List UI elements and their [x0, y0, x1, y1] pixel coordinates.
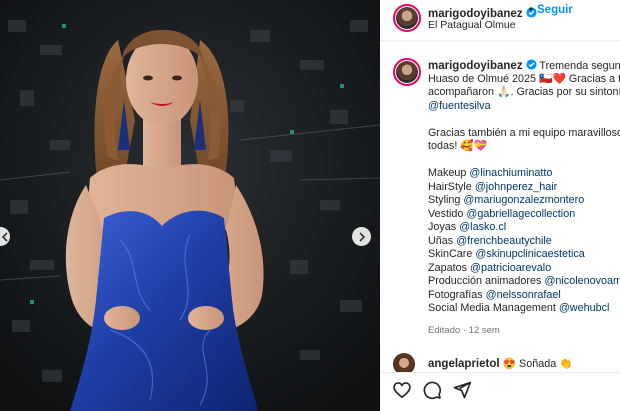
credit-row: Uñas @frenchbeautychile: [428, 235, 620, 249]
credit-handle[interactable]: @wehubcl: [559, 302, 610, 314]
next-photo-button[interactable]: [352, 227, 371, 246]
verified-badge-icon: [526, 59, 537, 70]
caption-author-avatar[interactable]: [393, 58, 421, 86]
caption-line: acompañaron 🙏🏻. Gracias por su sintonía: [428, 86, 620, 98]
caption-author-username[interactable]: marigodoyibanez: [428, 60, 523, 72]
comment-icon[interactable]: [422, 380, 442, 400]
post-header: marigodoyibanez • Seguir El Patagual Olm…: [380, 0, 620, 41]
credit-label: Vestido: [428, 207, 464, 220]
credit-row: Fotografías @nelssonrafael: [428, 289, 620, 303]
credit-handle[interactable]: @nicolenovoam: [544, 275, 620, 287]
follow-button[interactable]: Seguir: [537, 4, 573, 16]
credit-label: Styling: [428, 194, 461, 206]
credit-label: Producción animadores: [428, 275, 542, 287]
credit-row: Vestido @gabriellagecollection: [428, 208, 620, 222]
caption-line: Tremenda segunda: [539, 60, 620, 72]
credit-handle[interactable]: @patricioarevalo: [470, 262, 551, 274]
post-location[interactable]: El Patagual Olmue: [428, 19, 516, 31]
credit-handle[interactable]: @mariugonzalezmontero: [463, 194, 584, 206]
credit-label: HairStyle: [428, 180, 472, 193]
chevron-right-icon: [358, 231, 365, 242]
commenter-username[interactable]: angelaprietol: [428, 358, 500, 370]
credit-label: Social Media Management: [428, 302, 556, 314]
credit-row: Social Media Management @wehubcl: [428, 302, 620, 316]
photo-image: [0, 0, 380, 411]
separator-dot: •: [529, 4, 534, 16]
post-sidebar: marigodoyibanez • Seguir El Patagual Olm…: [380, 0, 620, 411]
credit-row: SkinCare @skinupclinicaestetica: [428, 248, 620, 262]
post-meta: Editado · 12 sem: [428, 325, 500, 336]
credit-handle[interactable]: @johnperez_hair: [475, 181, 557, 193]
credit-row: Makeup @linachiuminatto: [428, 167, 620, 181]
credit-handle[interactable]: @frenchbeautychile: [456, 235, 552, 247]
credit-row: HairStyle @johnperez_hair: [428, 181, 620, 195]
author-avatar[interactable]: [393, 4, 421, 32]
credit-handle[interactable]: @linachiuminatto: [469, 167, 552, 179]
credit-label: Zapatos: [428, 261, 468, 274]
action-bar: [380, 372, 620, 411]
caption-line: todas! 🥰💝: [428, 140, 488, 152]
credit-label: Makeup: [428, 167, 467, 179]
share-icon[interactable]: [452, 380, 472, 400]
credit-row: Producción animadores @nicolenovoam: [428, 275, 620, 289]
credit-handle[interactable]: @lasko.cl: [459, 221, 506, 233]
credit-label: Joyas: [428, 221, 457, 233]
heart-icon[interactable]: [392, 380, 412, 400]
credit-row: Joyas @lasko.cl: [428, 221, 620, 235]
credit-label: Uñas: [428, 234, 454, 247]
caption-line: Gracias también a mi equipo maravilloso: [428, 126, 620, 139]
credit-row: Styling @mariugonzalezmontero: [428, 194, 620, 208]
post-photo[interactable]: [0, 0, 380, 411]
caption-mention[interactable]: @fuentesilva: [428, 100, 620, 114]
comment-text: 😍 Soñada 👏: [502, 358, 573, 370]
credit-handle[interactable]: @gabriellagecollection: [466, 208, 575, 220]
credit-handle[interactable]: @skinupclinicaestetica: [475, 248, 584, 260]
comment: angelaprietol 😍 Soñada 👏: [428, 357, 573, 370]
post-caption: marigodoyibanez Tremenda segunda Huaso d…: [428, 59, 620, 316]
credit-label: Fotografías: [428, 288, 483, 301]
credit-handle[interactable]: @nelssonrafael: [486, 289, 561, 301]
credit-label: SkinCare: [428, 248, 473, 260]
credit-row: Zapatos @patricioarevalo: [428, 262, 620, 276]
caption-line: Huaso de Olmué 2025 🇨🇱❤️ Gracias a tod: [428, 72, 620, 85]
chevron-left-icon: [1, 231, 8, 242]
